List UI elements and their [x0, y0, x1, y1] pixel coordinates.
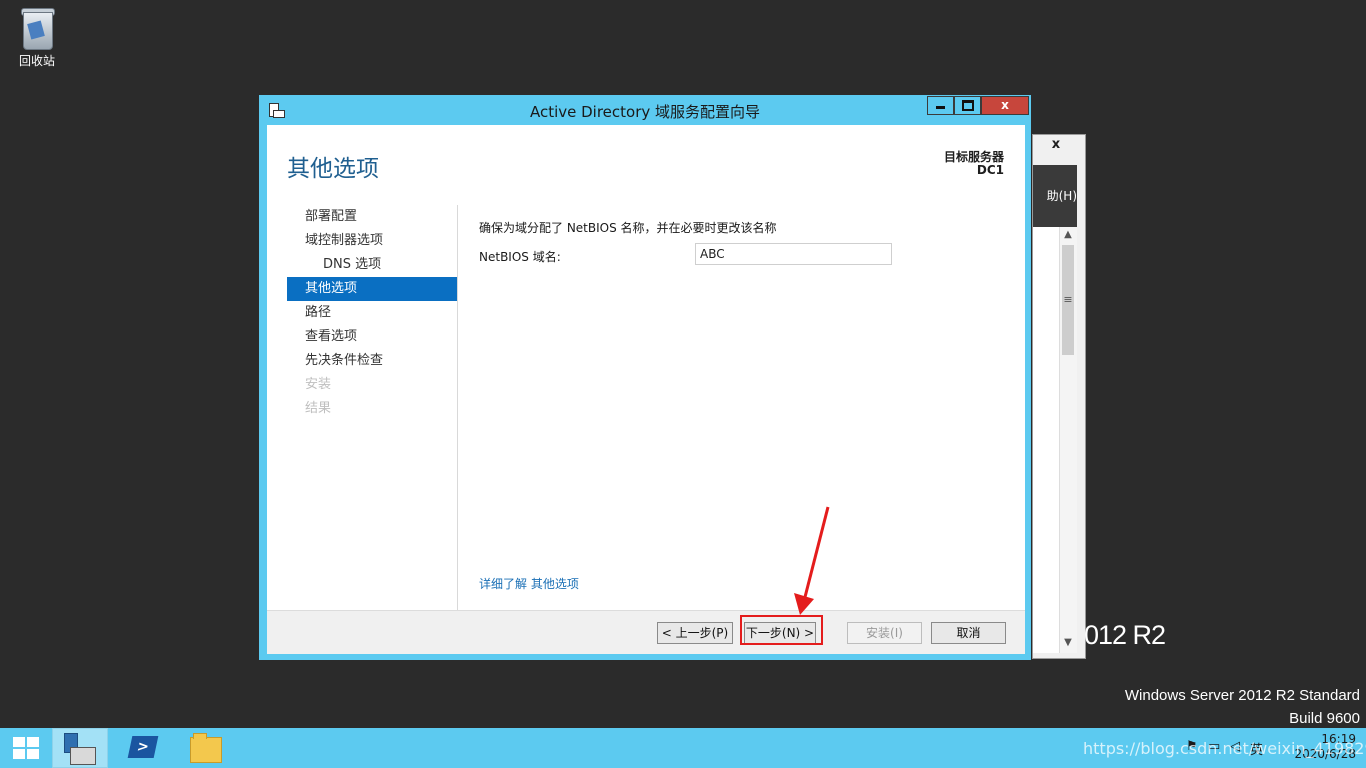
taskbar-file-explorer[interactable]	[176, 728, 232, 768]
netbios-domain-input[interactable]: ABC	[695, 243, 892, 265]
maximize-button[interactable]	[954, 96, 981, 115]
taskbar-powershell[interactable]: >	[116, 728, 172, 768]
close-icon: x	[1001, 98, 1009, 112]
bg-window-content	[1033, 227, 1059, 653]
recycle-bin-label: 回收站	[18, 54, 55, 68]
scroll-up-icon[interactable]: ▲	[1062, 229, 1074, 243]
recycle-bin-icon	[19, 6, 55, 50]
bg-window-menu-fragment[interactable]: 助(H)	[1033, 165, 1077, 227]
nav-item-dns-options[interactable]: DNS 选项	[287, 253, 457, 277]
minimize-icon	[936, 106, 945, 109]
os-branding-r2: 012 R2	[1084, 620, 1166, 650]
background-server-manager-window[interactable]: x 助(H) ▲ ≡ ▼	[1032, 134, 1086, 659]
os-edition-line2: Build 9600	[1289, 710, 1360, 727]
window-title: Active Directory 域服务配置向导	[529, 103, 761, 121]
cancel-button[interactable]: 取消	[931, 622, 1006, 644]
os-edition-text: Windows Server 2012 R2 Standard Build 96…	[1125, 684, 1360, 730]
nav-item-deployment-config[interactable]: 部署配置	[287, 205, 457, 229]
wizard-footer: < 上一步(P) 下一步(N) > 安装(I) 取消	[267, 610, 1025, 654]
folder-icon	[190, 733, 222, 763]
powershell-icon: >	[127, 736, 159, 758]
back-button[interactable]: < 上一步(P)	[657, 622, 733, 644]
nav-item-dc-options[interactable]: 域控制器选项	[287, 229, 457, 253]
page-title: 其他选项	[287, 156, 379, 182]
os-edition-line1: Windows Server 2012 R2 Standard	[1124, 687, 1360, 704]
nav-divider	[457, 205, 458, 610]
learn-more-link[interactable]: 详细了解 其他选项	[479, 575, 579, 592]
next-button-highlight-box	[740, 615, 823, 645]
taskbar-server-manager[interactable]	[52, 728, 108, 768]
scroll-thumb[interactable]: ≡	[1062, 245, 1074, 355]
minimize-button[interactable]	[927, 96, 954, 115]
nav-item-prerequisites-check[interactable]: 先决条件检查	[287, 349, 457, 373]
nav-item-paths[interactable]: 路径	[287, 301, 457, 325]
server-manager-icon	[64, 733, 96, 765]
recycle-bin[interactable]: 回收站	[12, 6, 62, 69]
nav-item-additional-options[interactable]: 其他选项	[287, 277, 457, 301]
nav-item-results: 结果	[305, 401, 332, 416]
start-button[interactable]	[0, 728, 56, 768]
nav-item-installation: 安装	[305, 377, 332, 392]
wizard-client-area: 其他选项 目标服务器 DC1 部署配置 域控制器选项 DNS 选项 其他选项 路…	[267, 125, 1025, 654]
maximize-icon	[961, 100, 974, 111]
red-arrow-icon	[794, 506, 830, 615]
bg-window-close-button[interactable]: x	[1034, 135, 1078, 155]
netbios-label: NetBIOS 域名:	[479, 250, 561, 264]
bg-window-scrollbar[interactable]: ▲ ≡ ▼	[1059, 227, 1077, 653]
wizard-nav: 部署配置 域控制器选项 DNS 选项 其他选项 路径 查看选项 先决条件检查 安…	[287, 205, 457, 421]
windows-logo-icon	[13, 737, 39, 759]
watermark-text: https://blog.csdn.net/weixin_41982957	[1083, 739, 1366, 758]
netbios-description: 确保为域分配了 NetBIOS 名称，并在必要时更改该名称	[479, 221, 777, 235]
close-button[interactable]: x	[981, 96, 1029, 115]
title-bar[interactable]: Active Directory 域服务配置向导 x	[259, 95, 1031, 125]
scroll-down-icon[interactable]: ▼	[1062, 637, 1074, 651]
nav-item-review-options[interactable]: 查看选项	[287, 325, 457, 349]
ad-ds-config-wizard-window: Active Directory 域服务配置向导 x 其他选项 目标服务器 DC…	[259, 95, 1031, 660]
target-server-name: DC1	[976, 163, 1004, 177]
install-button: 安装(I)	[847, 622, 922, 644]
